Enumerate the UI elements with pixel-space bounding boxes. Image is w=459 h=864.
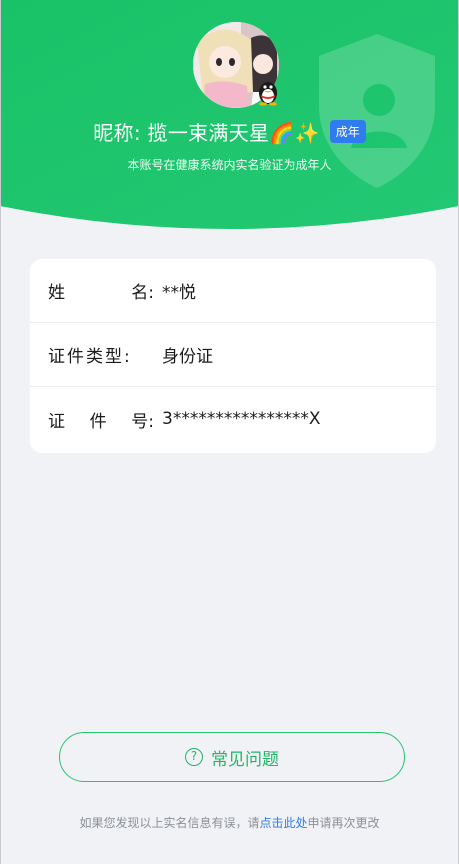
identity-info-card: 姓 名: **悦 证件类型: 身份证 证 件 号: 3*************… xyxy=(30,259,436,453)
nickname: 昵称: 揽一束满天星🌈✨ xyxy=(93,117,320,146)
id-number-label-char-2: 件 xyxy=(89,411,107,432)
footer-text-after: 申请再次更改 xyxy=(307,816,380,830)
name-label-char-1: 姓 xyxy=(48,283,65,303)
name-value: **悦 xyxy=(162,283,196,303)
faq-button[interactable]: ? 常见问题 xyxy=(59,732,405,782)
id-type-label: 证件类型: xyxy=(48,347,132,367)
header-banner: 昵称: 揽一束满天星🌈✨ 成年 本账号在健康系统内实名验证为成年人 xyxy=(0,0,459,232)
info-row-name: 姓 名: **悦 xyxy=(30,259,436,323)
nickname-emojis: 🌈✨ xyxy=(269,120,320,145)
footer-text-before: 如果您发现以上实名信息有误，请 xyxy=(79,816,260,830)
click-here-link[interactable]: 点击此处 xyxy=(259,816,307,830)
info-row-id-number: 证 件 号: 3****************X xyxy=(30,387,436,451)
id-number-value: 3****************X xyxy=(162,409,321,429)
question-circle-icon: ? xyxy=(185,748,203,766)
nickname-text: 揽一束满天星 xyxy=(147,120,270,145)
name-label-tail: 名: xyxy=(131,283,154,303)
id-number-label-tail: 号: xyxy=(131,411,154,432)
faq-button-label: 常见问题 xyxy=(211,749,279,770)
id-number-label: 证 件 号: xyxy=(48,407,154,432)
verification-text: 本账号在健康系统内实名验证为成年人 xyxy=(127,158,332,172)
id-number-label-char-1: 证 xyxy=(48,411,65,432)
id-number-label-char-3: 号 xyxy=(131,411,149,432)
nickname-prefix: 昵称: xyxy=(93,120,148,145)
id-type-value: 身份证 xyxy=(162,347,213,367)
adult-badge: 成年 xyxy=(329,119,366,143)
footer-note: 如果您发现以上实名信息有误，请点击此处申请再次更改 xyxy=(0,814,459,831)
name-label-char-2: 名 xyxy=(131,283,149,303)
info-row-id-type: 证件类型: 身份证 xyxy=(30,323,436,387)
nickname-row: 昵称: 揽一束满天星🌈✨ 成年 xyxy=(0,116,459,146)
name-label: 姓 名: xyxy=(48,278,154,303)
qq-penguin-icon xyxy=(259,82,277,106)
